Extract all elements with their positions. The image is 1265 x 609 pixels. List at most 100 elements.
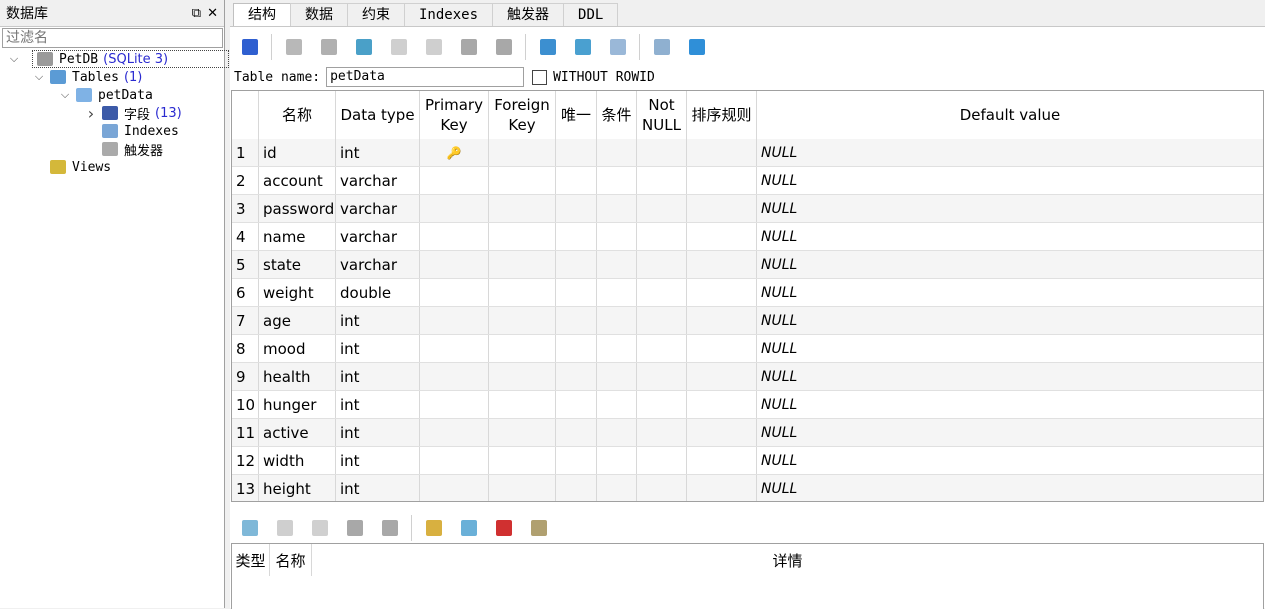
table-row[interactable]: 10 hunger int NULL	[232, 391, 1263, 419]
cell-coll[interactable]	[687, 195, 757, 222]
cell-default[interactable]: NULL	[757, 447, 1263, 474]
cell-n[interactable]: 9	[232, 363, 259, 390]
table-row[interactable]: 7 age int NULL	[232, 307, 1263, 335]
table-name-input[interactable]: petData	[326, 67, 525, 87]
cell-type[interactable]: varchar	[336, 223, 420, 250]
cell-n[interactable]: 5	[232, 251, 259, 278]
cell-nn[interactable]	[637, 251, 687, 278]
header-cell[interactable]: 条件	[597, 91, 637, 139]
float-icon[interactable]: ⧉	[192, 6, 201, 21]
cell-default[interactable]: NULL	[757, 307, 1263, 334]
cell-coll[interactable]	[687, 419, 757, 446]
cell-name[interactable]: id	[259, 139, 336, 166]
cell-default[interactable]: NULL	[757, 363, 1263, 390]
chevron-down-icon[interactable]: ⌵	[7, 52, 21, 66]
add-check-icon[interactable]	[530, 520, 547, 536]
header-cell[interactable]: Not NULL	[637, 91, 687, 139]
cell-nn[interactable]	[637, 419, 687, 446]
header-name[interactable]: 名称	[270, 544, 312, 576]
cell-n[interactable]: 13	[232, 475, 259, 501]
cell-pk[interactable]	[420, 335, 489, 362]
cell-name[interactable]: state	[259, 251, 336, 278]
cell-nn[interactable]	[637, 139, 687, 166]
cell-chk[interactable]	[597, 447, 637, 474]
cell-chk[interactable]	[597, 139, 637, 166]
cell-default[interactable]: NULL	[757, 223, 1263, 250]
table-row[interactable]: 9 health int NULL	[232, 363, 1263, 391]
table-row[interactable]: 5 state varchar NULL	[232, 251, 1263, 279]
cell-pk[interactable]	[420, 419, 489, 446]
cell-u[interactable]	[556, 139, 597, 166]
chevron-down-icon[interactable]: ⌵	[58, 88, 72, 102]
cell-default[interactable]: NULL	[757, 419, 1263, 446]
table-row[interactable]: 4 name varchar NULL	[232, 223, 1263, 251]
cell-n[interactable]: 11	[232, 419, 259, 446]
cell-type[interactable]: int	[336, 363, 420, 390]
cell-type[interactable]: int	[336, 139, 420, 166]
cell-coll[interactable]	[687, 167, 757, 194]
cell-name[interactable]: weight	[259, 279, 336, 306]
cell-pk[interactable]	[420, 391, 489, 418]
cell-fk[interactable]	[489, 475, 556, 501]
cell-nn[interactable]	[637, 279, 687, 306]
cell-u[interactable]	[556, 307, 597, 334]
cell-coll[interactable]	[687, 251, 757, 278]
add-primary-key-icon[interactable]	[425, 520, 442, 536]
cell-chk[interactable]	[597, 223, 637, 250]
table-row[interactable]: 3 password varchar NULL	[232, 195, 1263, 223]
cell-coll[interactable]	[687, 139, 757, 166]
cell-name[interactable]: width	[259, 447, 336, 474]
cell-u[interactable]	[556, 251, 597, 278]
tab-1[interactable]: 数据	[290, 3, 348, 26]
cell-pk[interactable]	[420, 363, 489, 390]
cell-fk[interactable]	[489, 447, 556, 474]
cell-u[interactable]	[556, 363, 597, 390]
cell-type[interactable]: int	[336, 391, 420, 418]
header-details[interactable]: 详情	[312, 544, 1263, 576]
cell-u[interactable]	[556, 167, 597, 194]
cell-fk[interactable]	[489, 363, 556, 390]
rollback-icon[interactable]	[320, 39, 337, 55]
cell-name[interactable]: height	[259, 475, 336, 501]
copy-icon[interactable]	[653, 39, 670, 55]
cell-default[interactable]: NULL	[757, 139, 1263, 166]
cell-n[interactable]: 10	[232, 391, 259, 418]
table-row[interactable]: 6 weight double NULL	[232, 279, 1263, 307]
cell-chk[interactable]	[597, 475, 637, 501]
header-cell[interactable]: 唯一	[556, 91, 597, 139]
cell-nn[interactable]	[637, 223, 687, 250]
header-type[interactable]: 类型	[232, 544, 270, 576]
cell-fk[interactable]	[489, 419, 556, 446]
add-foreign-key-icon[interactable]	[460, 520, 477, 536]
constraint-up-icon[interactable]	[346, 520, 363, 536]
cell-name[interactable]: account	[259, 167, 336, 194]
cell-chk[interactable]	[597, 419, 637, 446]
cell-n[interactable]: 3	[232, 195, 259, 222]
cell-chk[interactable]	[597, 391, 637, 418]
cell-n[interactable]: 2	[232, 167, 259, 194]
without-rowid-checkbox[interactable]	[532, 69, 548, 85]
cell-nn[interactable]	[637, 447, 687, 474]
cell-chk[interactable]	[597, 167, 637, 194]
cell-u[interactable]	[556, 279, 597, 306]
tree-item-触发器[interactable]: 触发器	[84, 140, 163, 159]
cell-coll[interactable]	[687, 279, 757, 306]
cell-name[interactable]: health	[259, 363, 336, 390]
cell-n[interactable]: 6	[232, 279, 259, 306]
cell-n[interactable]: 1	[232, 139, 259, 166]
chevron-right-icon[interactable]: ›	[84, 104, 98, 123]
cell-u[interactable]	[556, 335, 597, 362]
tree-item-字段[interactable]: › 字段 (13)	[84, 104, 182, 123]
cell-default[interactable]: NULL	[757, 167, 1263, 194]
undo-icon[interactable]	[688, 39, 705, 55]
cell-type[interactable]: int	[336, 307, 420, 334]
import-icon[interactable]	[609, 39, 626, 55]
cell-fk[interactable]	[489, 307, 556, 334]
cell-coll[interactable]	[687, 307, 757, 334]
table-row[interactable]: 1 id int 🔑 NULL	[232, 139, 1263, 167]
cell-type[interactable]: int	[336, 419, 420, 446]
cell-coll[interactable]	[687, 391, 757, 418]
tab-2[interactable]: 约束	[347, 3, 405, 26]
header-cell[interactable]: 排序规则	[687, 91, 757, 139]
cell-coll[interactable]	[687, 475, 757, 501]
